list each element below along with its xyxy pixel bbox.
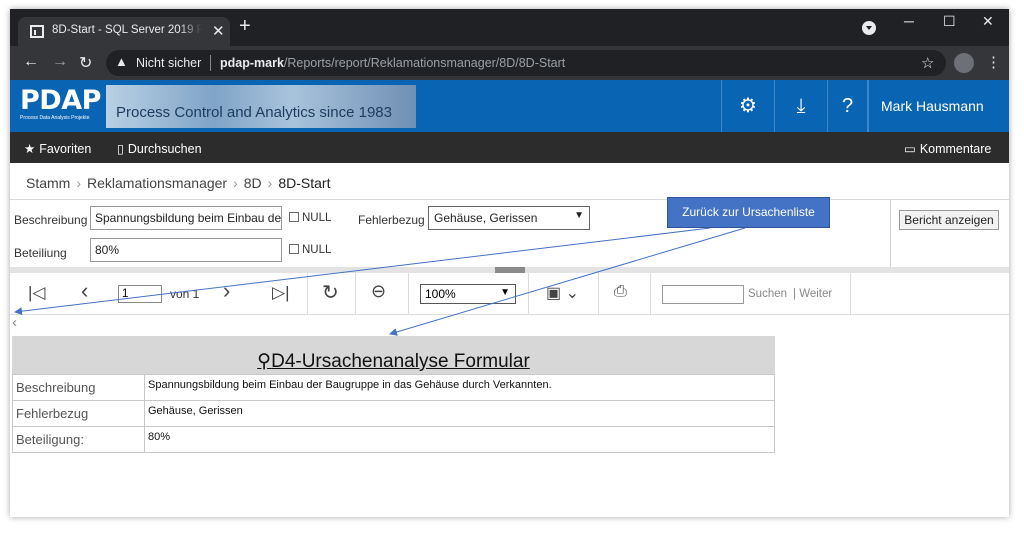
favorites-label: Favoriten [39,142,92,156]
breadcrumb-reklamationsmanager[interactable]: Reklamationsmanager [87,175,227,191]
url-host: pdap-mark [220,56,284,70]
url-text[interactable]: pdap-mark/Reports/report/Reklamationsman… [220,56,565,70]
maximize-icon[interactable]: ☐ [943,13,956,30]
zoom-value: 100% [425,287,456,301]
media-control-icon[interactable] [862,21,876,35]
row-key: Fehlerbezug [12,400,145,427]
zoom-select[interactable]: 100% ▼ [420,284,516,304]
minimize-icon[interactable]: ─ [904,13,914,29]
chevron-down-icon: ▼ [574,210,584,221]
omnibox-divider [210,55,211,71]
table-row: Beteiligung: 80% [12,426,775,453]
comments-button[interactable]: ▭ Kommentare [904,141,991,156]
fehlerbezug-select[interactable]: Gehäuse, Gerissen ▼ [428,206,590,230]
tab-title: 8D-Start - SQL Server 2019 Reporting Ser… [52,24,202,36]
print-icon[interactable]: ⎙ [614,283,627,301]
report-favicon-icon [30,25,44,38]
table-row: Fehlerbezug Gehäuse, Gerissen [12,400,775,427]
help-icon[interactable]: ? [827,80,868,132]
export-save-icon[interactable]: ▣ ⌄ [546,283,579,303]
next-page-icon[interactable]: › [223,278,230,304]
null-label: NULL [302,244,332,256]
banner-image: Process Control and Analytics since 1983 [106,85,416,128]
report-toolbar: |◁ ‹ von 1 › ▷| ↻ ⊖ 100% ▼ ▣ ⌄ ⎙ Suchen |… [10,273,1009,315]
security-label[interactable]: Nicht sicher [136,56,201,70]
close-window-icon[interactable]: ✕ [982,13,994,30]
beschreibung-null-checkbox[interactable]: NULL [289,212,331,224]
beteiliung-null-checkbox[interactable]: NULL [289,244,331,256]
pdap-logo[interactable]: PDAP Process Data Analysis Projekte [14,85,106,125]
row-key: Beschreibung [12,374,145,401]
document-icon: ▯ [117,142,124,156]
beschreibung-input[interactable]: Spannungsbildung beim Einbau der Baugrup… [90,206,282,230]
comment-icon: ▭ [904,142,916,156]
fehlerbezug-value: Gehäuse, Gerissen [434,211,538,225]
portal-toolbar: ★ Favoriten ▯ Durchsuchen ▭ Kommentare [10,132,1009,163]
browser-menu-icon[interactable]: ⋮ [986,53,1001,71]
previous-page-icon[interactable]: ‹ [81,278,88,304]
row-key: Beteiligung: [12,426,145,453]
banner-text: Process Control and Analytics since 1983 [116,104,392,121]
back-chevron-icon[interactable]: ‹ [12,314,17,331]
last-page-icon[interactable]: ▷| [272,283,290,303]
row-value: Gehäuse, Gerissen [144,400,775,427]
page-number-input[interactable] [118,285,162,303]
refresh-icon[interactable]: ↻ [322,280,339,305]
reload-icon[interactable]: ↻ [79,53,92,73]
breadcrumb-stamm[interactable]: Stamm [26,175,70,191]
report-title-link[interactable]: ⚲ D4-Ursachenanalyse Formular [257,343,530,373]
browse-label: Durchsuchen [127,142,202,156]
fehlerbezug-label: Fehlerbezug [358,213,425,227]
comments-label: Kommentare [919,142,992,156]
back-to-parent-icon[interactable]: ⊖ [371,281,386,302]
first-page-icon[interactable]: |◁ [28,283,46,303]
report-search-input[interactable] [662,285,744,304]
callout-annotation: Zurück zur Ursachenliste [667,197,830,228]
favorites-link[interactable]: ★ Favoriten [24,141,91,156]
bookmark-star-icon[interactable]: ☆ [921,54,934,72]
logo-text: PDAP [20,85,101,116]
tab-close-icon[interactable]: ✕ [212,22,225,40]
download-icon[interactable]: ⤓ [774,80,827,132]
breadcrumb-8d[interactable]: 8D [244,175,262,191]
view-report-button[interactable]: Bericht anzeigen [899,210,999,230]
report-title-text: D4-Ursachenanalyse Formular [271,351,530,372]
profile-avatar[interactable] [954,53,974,73]
omnibox[interactable]: ▲ Nicht sicher pdap-mark/Reports/report/… [106,50,946,76]
find-next-link[interactable]: | Weiter [793,288,832,300]
browser-window: 8D-Start - SQL Server 2019 Reporting Ser… [10,9,1009,517]
warning-icon[interactable]: ▲ [115,54,128,69]
search-link[interactable]: Suchen [748,288,787,300]
star-icon: ★ [24,142,36,156]
portal-header: PDAP Process Data Analysis Projekte Proc… [10,80,1009,132]
table-row: Beschreibung Spannungsbildung beim Einba… [12,374,775,401]
next-label: Weiter [799,288,833,300]
row-value: 80% [144,426,775,453]
chevron-down-icon: ▼ [500,287,510,298]
address-bar: ← → ↻ ▲ Nicht sicher pdap-mark/Reports/r… [10,46,1009,80]
beschreibung-label: Beschreibung [14,213,88,227]
url-path: /Reports/report/Reklamationsmanager/8D/8… [283,56,566,70]
tab-strip: 8D-Start - SQL Server 2019 Reporting Ser… [10,9,1009,46]
parameter-pane: Beschreibung Spannungsbildung beim Einba… [10,199,1009,268]
magnifier-icon: ⚲ [257,351,272,372]
breadcrumb: Stamm › Reklamationsmanager › 8D › 8D-Start [26,175,331,191]
beteiliung-label: Beteiliung [14,246,67,260]
logo-tagline: Process Data Analysis Projekte [20,115,90,121]
page-count-label: von 1 [170,287,200,301]
params-divider [890,200,891,268]
beteiliung-input[interactable]: 80% [90,238,282,262]
user-menu[interactable]: Mark Hausmann [868,80,1009,132]
forward-arrow-icon[interactable]: → [52,53,68,71]
row-value: Spannungsbildung beim Einbau der Baugrup… [144,374,775,401]
breadcrumb-current: 8D-Start [278,175,331,191]
back-arrow-icon[interactable]: ← [23,53,39,71]
report-title-bar: ⚲ D4-Ursachenanalyse Formular [12,336,775,374]
null-label: NULL [302,212,332,224]
new-tab-button[interactable]: + [239,15,251,38]
report-table: Beschreibung Spannungsbildung beim Einba… [12,374,775,453]
settings-gear-icon[interactable]: ⚙ [721,80,774,132]
browse-link[interactable]: ▯ Durchsuchen [117,141,202,156]
browser-tab[interactable]: 8D-Start - SQL Server 2019 Reporting Ser… [18,17,230,46]
